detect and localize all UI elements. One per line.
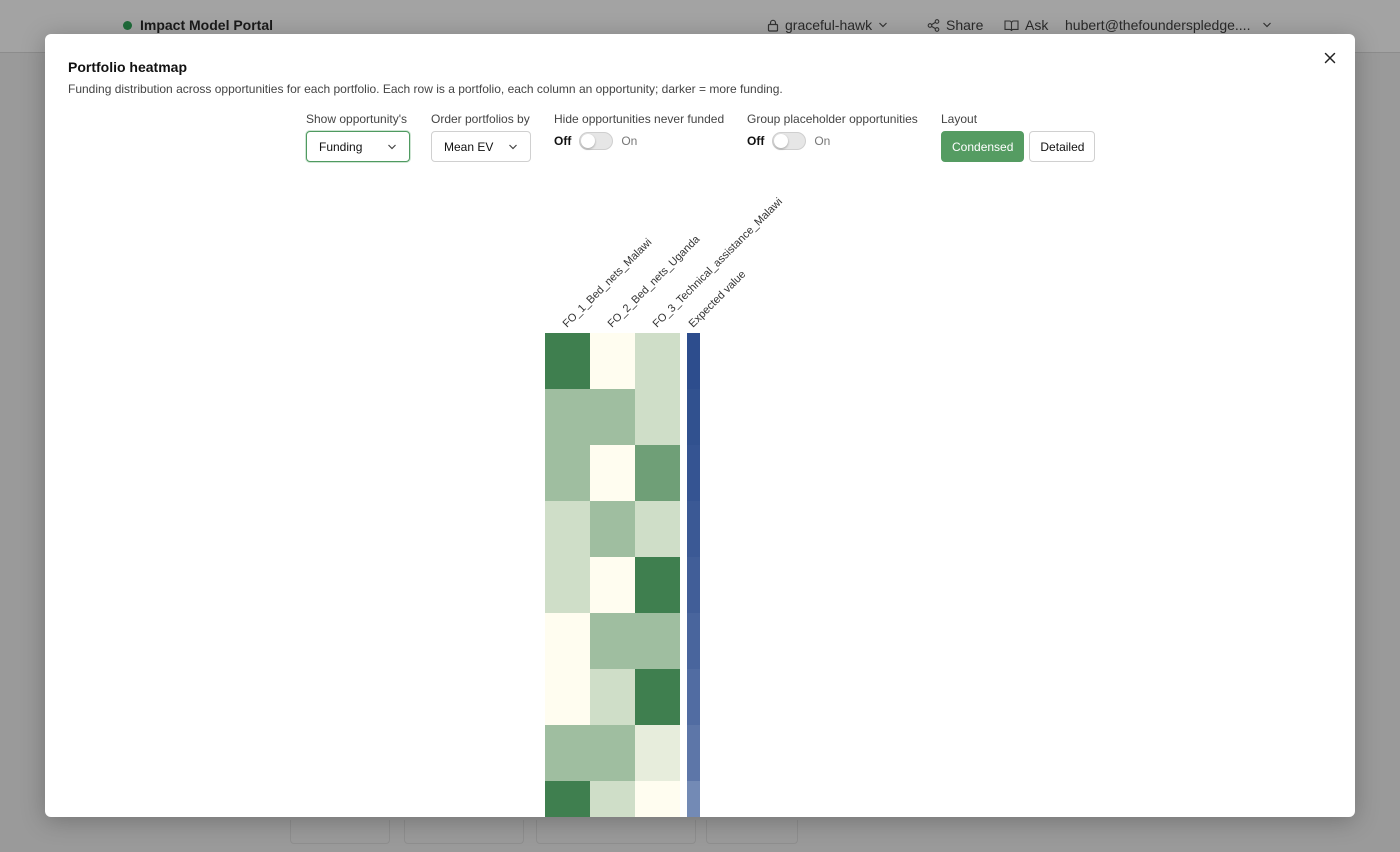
column-label: FO_1_Bed_nets_Malawi bbox=[561, 236, 655, 330]
column-label: FO_2_Bed_nets_Uganda bbox=[606, 233, 703, 330]
heatmap-cell[interactable] bbox=[545, 781, 590, 817]
expected-value-cell[interactable] bbox=[687, 389, 700, 445]
heatmap-cell[interactable] bbox=[590, 725, 635, 781]
expected-value-cell[interactable] bbox=[687, 725, 700, 781]
heatmap-cell[interactable] bbox=[590, 557, 635, 613]
heatmap-cell[interactable] bbox=[635, 445, 680, 501]
workspace-selector[interactable]: graceful-hawk bbox=[767, 17, 888, 33]
heatmap-cell[interactable] bbox=[590, 501, 635, 557]
share-icon bbox=[927, 18, 940, 32]
background-tab bbox=[404, 820, 524, 844]
portfolio-heatmap-modal: Portfolio heatmap Funding distribution a… bbox=[45, 34, 1355, 817]
background-content bbox=[0, 818, 1400, 852]
share-button[interactable]: Share bbox=[927, 17, 983, 33]
heatmap-cell[interactable] bbox=[545, 333, 590, 389]
heatmap-cell[interactable] bbox=[635, 333, 680, 389]
heatmap-cell[interactable] bbox=[635, 557, 680, 613]
workspace-name: graceful-hawk bbox=[785, 17, 873, 33]
expected-value-cell[interactable] bbox=[687, 613, 700, 669]
share-label: Share bbox=[946, 17, 984, 33]
lock-icon bbox=[767, 19, 779, 32]
heatmap-cell[interactable] bbox=[545, 501, 590, 557]
ask-label: Ask bbox=[1025, 17, 1049, 33]
background-tab bbox=[706, 820, 798, 844]
heatmap-cell[interactable] bbox=[635, 669, 680, 725]
expected-value-cell[interactable] bbox=[687, 501, 700, 557]
heatmap-cell[interactable] bbox=[545, 389, 590, 445]
heatmap-cell[interactable] bbox=[590, 613, 635, 669]
user-email: hubert@thefounderspledge.... bbox=[1065, 17, 1251, 33]
ask-button[interactable]: Ask bbox=[1004, 17, 1048, 33]
expected-value-cell[interactable] bbox=[687, 781, 700, 817]
expected-value-cell[interactable] bbox=[687, 557, 700, 613]
heatmap-cell[interactable] bbox=[590, 669, 635, 725]
expected-value-cell[interactable] bbox=[687, 445, 700, 501]
heatmap-cell[interactable] bbox=[545, 445, 590, 501]
heatmap-cell[interactable] bbox=[545, 557, 590, 613]
book-icon bbox=[1004, 19, 1019, 31]
heatmap-cell[interactable] bbox=[545, 669, 590, 725]
app-title-text: Impact Model Portal bbox=[140, 17, 274, 33]
heatmap-cell[interactable] bbox=[635, 781, 680, 817]
heatmap-cell[interactable] bbox=[635, 501, 680, 557]
heatmap-cell[interactable] bbox=[590, 781, 635, 817]
background-tab bbox=[290, 820, 390, 844]
heatmap-cell[interactable] bbox=[635, 389, 680, 445]
status-dot-icon bbox=[123, 20, 132, 30]
portfolio-heatmap-chart: FO_1_Bed_nets_MalawiFO_2_Bed_nets_Uganda… bbox=[545, 196, 785, 817]
user-menu[interactable]: hubert@thefounderspledge.... bbox=[1065, 17, 1272, 33]
expected-value-cell[interactable] bbox=[687, 333, 700, 389]
app-title[interactable]: Impact Model Portal bbox=[123, 17, 273, 33]
heatmap-cell[interactable] bbox=[635, 613, 680, 669]
heatmap-cell[interactable] bbox=[635, 725, 680, 781]
heatmap-cell[interactable] bbox=[590, 389, 635, 445]
heatmap-cell[interactable] bbox=[545, 725, 590, 781]
chevron-down-icon bbox=[1263, 22, 1272, 28]
heatmap-cell[interactable] bbox=[545, 613, 590, 669]
heatmap-cell[interactable] bbox=[590, 445, 635, 501]
expected-value-cell[interactable] bbox=[687, 669, 700, 725]
chevron-down-icon bbox=[879, 22, 888, 28]
heatmap-cell[interactable] bbox=[590, 333, 635, 389]
background-tab bbox=[536, 820, 696, 844]
